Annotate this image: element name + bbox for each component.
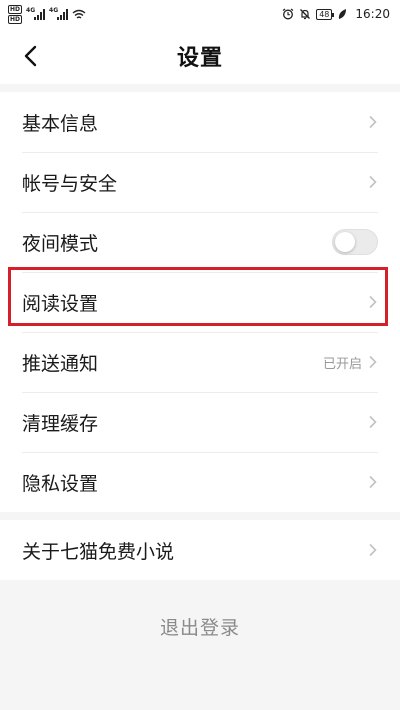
chevron-right-icon — [369, 415, 377, 429]
network-type-2: 4G — [49, 6, 59, 14]
status-left: HD HD 4G 4G — [8, 0, 86, 28]
chevron-right-icon — [369, 475, 377, 489]
page-title: 设置 — [176, 46, 223, 71]
settings-screen: HD HD 4G 4G 48 16:20 设置 基本信息 帐号与安全 夜间模式 … — [0, 0, 400, 710]
status-time: 16:20 — [355, 7, 390, 21]
back-arrow-icon — [24, 45, 37, 67]
setting-label: 推送通知 — [22, 352, 99, 375]
setting-label: 隐私设置 — [22, 472, 99, 495]
setting-label: 基本信息 — [22, 112, 99, 135]
logout-button[interactable]: 退出登录 — [0, 596, 400, 656]
setting-about-app[interactable]: 关于七猫免费小说 — [0, 520, 400, 580]
setting-label: 关于七猫免费小说 — [22, 540, 175, 563]
toggle-knob — [335, 232, 355, 252]
setting-label: 夜间模式 — [22, 232, 99, 255]
sim1-hd-badge: HD — [8, 4, 23, 14]
signal-icon-2: 4G — [49, 6, 69, 20]
setting-reading[interactable]: 阅读设置 — [0, 272, 400, 332]
setting-basic-info[interactable]: 基本信息 — [0, 92, 400, 152]
chevron-right-icon — [369, 543, 377, 557]
setting-night-mode: 夜间模式 — [0, 212, 400, 272]
battery-icon: 48 — [316, 8, 335, 20]
leaf-icon — [339, 9, 347, 19]
setting-account-security[interactable]: 帐号与安全 — [0, 152, 400, 212]
setting-clear-cache[interactable]: 清理缓存 — [0, 392, 400, 452]
setting-privacy[interactable]: 隐私设置 — [0, 452, 400, 512]
chevron-right-icon — [369, 175, 377, 189]
status-bar: HD HD 4G 4G 48 16:20 — [0, 0, 400, 28]
alarm-icon — [282, 8, 294, 20]
chevron-right-icon — [369, 355, 377, 369]
back-button[interactable] — [10, 36, 50, 76]
settings-list: 基本信息 帐号与安全 夜间模式 阅读设置 推送通知 已开启 清理缓存 隐私设置 — [0, 92, 400, 512]
app-header: 设置 — [0, 28, 400, 84]
logout-label: 退出登录 — [159, 616, 240, 639]
sim2-hd-badge: HD — [8, 14, 23, 24]
setting-label: 阅读设置 — [22, 292, 99, 315]
sim-indicators: HD HD — [8, 4, 23, 24]
setting-value: 已开启 — [322, 356, 362, 372]
setting-label: 帐号与安全 — [22, 172, 118, 195]
night-mode-toggle[interactable] — [332, 229, 378, 255]
setting-label: 清理缓存 — [22, 412, 99, 435]
about-group: 关于七猫免费小说 — [0, 520, 400, 580]
network-type-1: 4G — [26, 6, 36, 14]
setting-push-notification[interactable]: 推送通知 已开启 — [0, 332, 400, 392]
status-right: 48 16:20 — [282, 7, 390, 21]
chevron-right-icon — [369, 295, 377, 309]
mute-bell-icon — [300, 9, 311, 20]
wifi-icon — [72, 9, 86, 19]
signal-icon-1: 4G — [26, 6, 46, 20]
chevron-right-icon — [369, 115, 377, 129]
